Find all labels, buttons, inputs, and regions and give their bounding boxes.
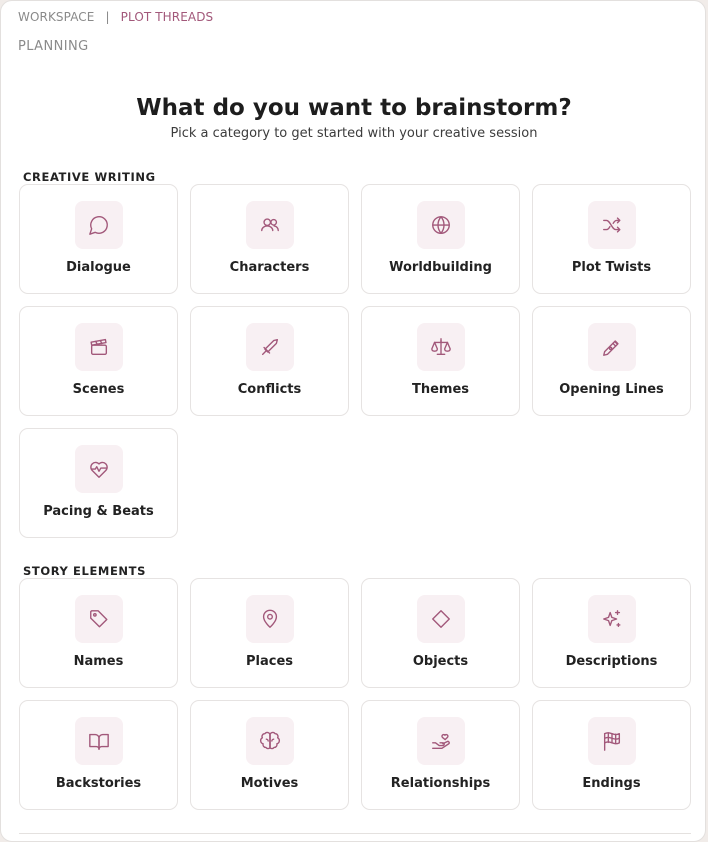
sword-icon — [261, 338, 279, 356]
category-card-characters[interactable]: Characters — [190, 184, 349, 294]
icon-container — [588, 595, 636, 643]
breadcrumb-plot-threads[interactable]: PLOT THREADS — [121, 10, 214, 24]
category-label: Places — [245, 654, 294, 669]
scale-icon — [431, 338, 451, 356]
brainstorm-panel: WORKSPACE | PLOT THREADS PLANNING What d… — [0, 0, 706, 842]
category-card-objects[interactable]: Objects — [361, 578, 520, 688]
clapperboard-icon — [90, 338, 108, 356]
brain-icon — [260, 731, 280, 750]
category-label: Descriptions — [565, 654, 658, 669]
sparkles-icon — [603, 610, 621, 628]
category-label: Characters — [229, 260, 310, 275]
breadcrumb: WORKSPACE | PLOT THREADS — [18, 10, 213, 24]
icon-container — [246, 201, 294, 249]
icon-container — [75, 445, 123, 493]
category-label: Opening Lines — [559, 382, 664, 397]
checkered-flag-icon — [603, 732, 621, 751]
open-book-icon — [89, 733, 109, 750]
category-label: Dialogue — [66, 260, 131, 275]
icon-container — [246, 717, 294, 765]
map-pin-icon — [262, 609, 278, 628]
icon-container — [417, 323, 465, 371]
category-card-motives[interactable]: Motives — [190, 700, 349, 810]
category-label: Names — [73, 654, 124, 669]
category-card-backstories[interactable]: Backstories — [19, 700, 178, 810]
category-label: Worldbuilding — [389, 260, 492, 275]
category-label: Backstories — [55, 776, 142, 791]
icon-container — [417, 717, 465, 765]
breadcrumb-separator: | — [105, 10, 110, 24]
page-subtitle: Pick a category to get started with your… — [170, 126, 538, 141]
category-label: Relationships — [390, 776, 491, 791]
icon-container — [75, 717, 123, 765]
category-label: Pacing & Beats — [43, 504, 154, 519]
diamond-icon — [432, 610, 450, 628]
heart-pulse-icon — [90, 461, 108, 478]
icon-container — [75, 201, 123, 249]
category-card-pacing-beats[interactable]: Pacing & Beats — [19, 428, 178, 538]
shuffle-icon — [603, 217, 621, 233]
pen-nib-icon — [603, 340, 619, 356]
section-label-story-elements: STORY ELEMENTS — [23, 564, 146, 578]
icon-container — [588, 323, 636, 371]
category-card-names[interactable]: Names — [19, 578, 178, 688]
category-label: Themes — [411, 382, 470, 397]
category-card-plot-twists[interactable]: Plot Twists — [532, 184, 691, 294]
category-card-descriptions[interactable]: Descriptions — [532, 578, 691, 688]
globe-icon — [432, 216, 450, 234]
icon-container — [75, 595, 123, 643]
category-card-places[interactable]: Places — [190, 578, 349, 688]
icon-container — [588, 201, 636, 249]
category-card-opening-lines[interactable]: Opening Lines — [532, 306, 691, 416]
category-card-endings[interactable]: Endings — [532, 700, 691, 810]
hand-heart-icon — [432, 733, 450, 750]
chat-bubble-icon — [89, 216, 108, 235]
divider — [19, 833, 691, 834]
category-label: Endings — [582, 776, 641, 791]
icon-container — [246, 595, 294, 643]
icon-container — [246, 323, 294, 371]
category-label: Scenes — [72, 382, 125, 397]
category-card-worldbuilding[interactable]: Worldbuilding — [361, 184, 520, 294]
icon-container — [588, 717, 636, 765]
category-card-scenes[interactable]: Scenes — [19, 306, 178, 416]
icon-container — [417, 595, 465, 643]
category-card-dialogue[interactable]: Dialogue — [19, 184, 178, 294]
category-label: Motives — [240, 776, 299, 791]
page-title: What do you want to brainstorm? — [136, 95, 572, 121]
users-icon — [261, 218, 279, 232]
section-label-creative-writing: CREATIVE WRITING — [23, 170, 156, 184]
category-label: Conflicts — [237, 382, 302, 397]
tag-icon — [90, 610, 108, 628]
category-card-conflicts[interactable]: Conflicts — [190, 306, 349, 416]
category-card-themes[interactable]: Themes — [361, 306, 520, 416]
section-header-planning: PLANNING — [18, 39, 89, 54]
icon-container — [417, 201, 465, 249]
icon-container — [75, 323, 123, 371]
breadcrumb-workspace[interactable]: WORKSPACE — [18, 10, 94, 24]
category-label: Plot Twists — [571, 260, 652, 275]
category-card-relationships[interactable]: Relationships — [361, 700, 520, 810]
category-label: Objects — [412, 654, 469, 669]
